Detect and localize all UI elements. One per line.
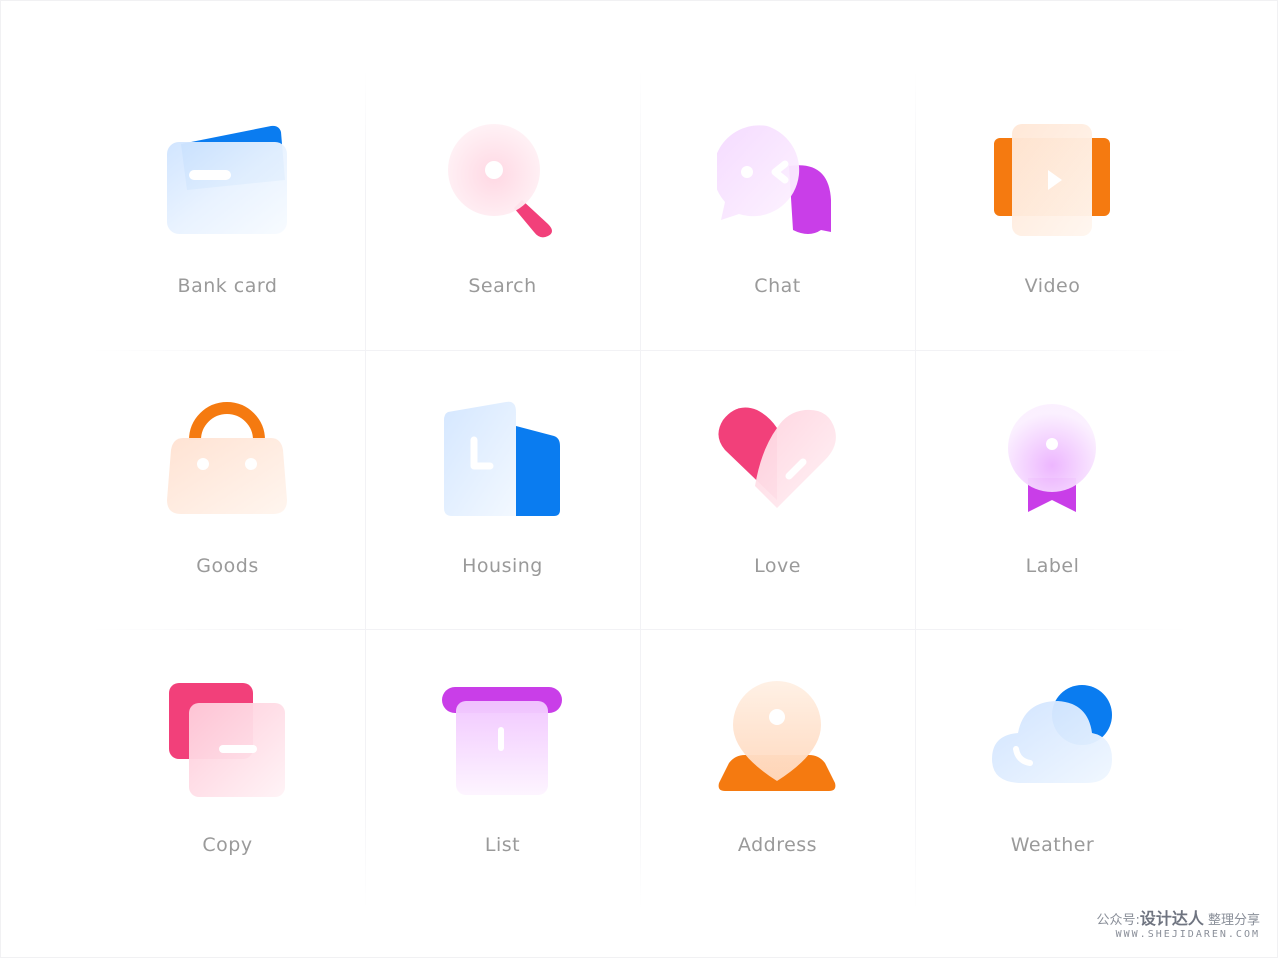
icon-card-goods[interactable]: Goods (90, 350, 365, 630)
watermark-url: WWW.SHEJIDAREN.COM (1115, 929, 1260, 940)
icon-grid: Bank card Search Chat Video Goods Housin… (90, 70, 1190, 910)
icon-label: Address (737, 834, 818, 856)
watermark-line: 公众号:设计达人 整理分享 (1096, 905, 1260, 929)
icon-card-copy[interactable]: Copy (90, 629, 365, 909)
icon-card-love[interactable]: Love (640, 350, 915, 630)
watermark-suffix: 整理分享 (1207, 913, 1260, 928)
watermark-prefix: 公众号: (1096, 913, 1140, 928)
list-icon (442, 679, 562, 799)
icon-label: List (484, 834, 521, 856)
icon-card-chat[interactable]: Chat (640, 70, 915, 350)
icon-label: Copy (202, 834, 253, 856)
icon-label: Weather (1010, 834, 1095, 856)
weather-cloud-icon (992, 679, 1112, 799)
icon-card-label[interactable]: Label (915, 350, 1190, 630)
icon-card-bank-card[interactable]: Bank card (90, 70, 365, 350)
video-icon (992, 120, 1112, 240)
map-pin-icon (717, 679, 837, 799)
icon-label: Goods (196, 555, 259, 577)
icon-label: Bank card (177, 275, 278, 297)
chat-icon (717, 120, 837, 240)
icon-card-list[interactable]: List (365, 629, 640, 909)
goods-bag-icon (167, 400, 287, 520)
icon-label: Search (468, 275, 537, 297)
icon-card-search[interactable]: Search (365, 70, 640, 350)
icon-card-housing[interactable]: Housing (365, 350, 640, 630)
housing-icon (442, 400, 562, 520)
icon-card-address[interactable]: Address (640, 629, 915, 909)
bank-card-icon (167, 120, 287, 240)
watermark: 公众号:设计达人 整理分享 WWW.SHEJIDAREN.COM (1096, 905, 1260, 940)
icon-label: Housing (462, 555, 543, 577)
icon-label: Video (1024, 275, 1081, 297)
icon-card-weather[interactable]: Weather (915, 629, 1190, 909)
badge-label-icon (992, 400, 1112, 520)
icon-label: Label (1025, 555, 1080, 577)
search-icon (442, 120, 562, 240)
icon-label: Chat (754, 275, 801, 297)
heart-icon (717, 400, 837, 520)
icon-label: Love (754, 555, 801, 577)
icon-card-video[interactable]: Video (915, 70, 1190, 350)
copy-icon (167, 679, 287, 799)
watermark-brand: 设计达人 (1139, 909, 1204, 928)
